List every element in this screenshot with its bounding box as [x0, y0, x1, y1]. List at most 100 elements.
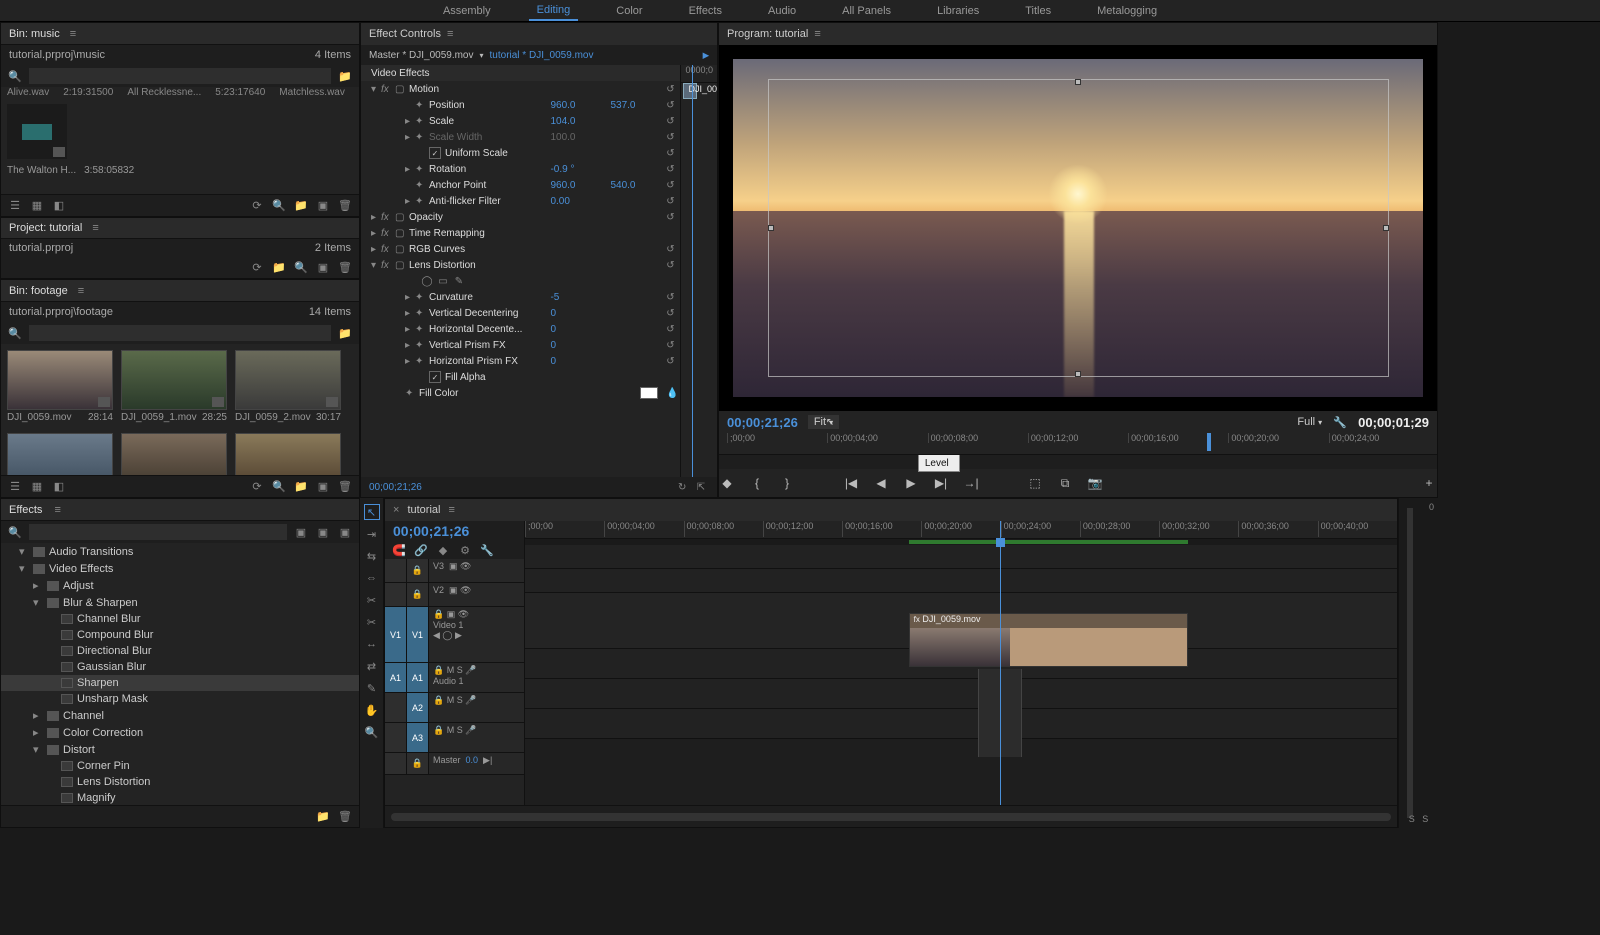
handle-bottom[interactable] [1075, 371, 1081, 377]
sequence-tab[interactable]: tutorial [407, 504, 440, 516]
fx-badge-accel[interactable]: ▣ [337, 524, 353, 540]
music-item[interactable]: Alive.wav [7, 87, 49, 98]
ec-prop-curvature[interactable]: ▸✦Curvature-5↺ [361, 289, 680, 305]
sort-icon[interactable]: ⟳ [249, 198, 265, 214]
ec-effect-rgb-curves[interactable]: ▸fx▢RGB Curves↺ [361, 241, 680, 257]
ec-effect-opacity[interactable]: ▸fx▢Opacity↺ [361, 209, 680, 225]
panel-menu-icon[interactable]: ≡ [78, 285, 84, 297]
ec-section-header[interactable]: Video Effects [361, 65, 680, 81]
panel-menu-icon[interactable]: ≡ [448, 504, 454, 516]
program-playhead[interactable] [1207, 433, 1211, 451]
workspace-tab-effects[interactable]: Effects [681, 2, 730, 20]
timeline-ruler-tick[interactable]: 00;00;20;00 [921, 521, 1000, 537]
program-timecode[interactable]: 00;00;21;26 [727, 415, 798, 430]
workspace-tab-libraries[interactable]: Libraries [929, 2, 987, 20]
new-item-icon[interactable]: ▣ [315, 260, 331, 276]
new-bin-icon[interactable]: 📁 [271, 260, 287, 276]
fx-item-corner-pin[interactable]: Corner Pin [1, 758, 359, 774]
pen-tool[interactable]: ✎ [364, 680, 380, 696]
timeline-hscroll[interactable] [391, 813, 1391, 821]
trash-icon[interactable]: 🗑 [337, 809, 353, 825]
panel-menu-icon[interactable]: ≡ [814, 28, 820, 40]
panel-menu-icon[interactable]: ≡ [54, 504, 60, 516]
chevron-down-icon[interactable]: ▾ [480, 51, 484, 60]
goto-out-icon[interactable]: →| [963, 475, 979, 491]
find-icon[interactable]: 🔍 [293, 260, 309, 276]
find-icon[interactable]: 🔍 [271, 198, 287, 214]
program-ruler-tick[interactable]: 00;00;04;00 [827, 433, 927, 443]
wrench-icon[interactable]: 🔧 [1332, 414, 1348, 430]
zoom-tool[interactable]: 🔍 [364, 724, 380, 740]
program-viewport[interactable] [719, 45, 1437, 411]
program-ruler-tick[interactable]: 00;00;20;00 [1228, 433, 1328, 443]
fx-item-magnify[interactable]: Magnify [1, 790, 359, 805]
list-view-icon[interactable]: ☰ [7, 198, 23, 214]
handle-left[interactable] [768, 225, 774, 231]
fx-badge-32[interactable]: ▣ [293, 524, 309, 540]
ec-prop-scale[interactable]: ▸✦Scale104.0↺ [361, 113, 680, 129]
goto-in-icon[interactable]: |◀ [843, 475, 859, 491]
new-bin-icon[interactable]: 📁 [315, 809, 331, 825]
export-frame-icon[interactable]: 📷 [1087, 475, 1103, 491]
ec-prop-position[interactable]: ✦Position960.0537.0↺ [361, 97, 680, 113]
ec-play-icon[interactable]: ▶ [703, 50, 709, 60]
src-patch-a1[interactable]: A1 [385, 663, 407, 692]
timeline-clip[interactable]: fx DJI_0059.mov [909, 613, 1188, 667]
ec-prop-anti-flicker-filter[interactable]: ▸✦Anti-flicker Filter0.00↺ [361, 193, 680, 209]
fx-item-channel-blur[interactable]: Channel Blur [1, 611, 359, 627]
ec-prop-scale-width[interactable]: ▸✦Scale Width100.0↺ [361, 129, 680, 145]
track-v2[interactable]: V2 [433, 585, 444, 595]
trash-icon[interactable]: 🗑 [337, 479, 353, 495]
new-item-icon[interactable]: ▣ [315, 198, 331, 214]
fx-item-directional-blur[interactable]: Directional Blur [1, 643, 359, 659]
play-icon[interactable]: ▶ [903, 475, 919, 491]
icon-view-icon[interactable]: ▦ [29, 198, 45, 214]
bracket-out-icon[interactable]: } [779, 475, 795, 491]
lift-icon[interactable]: ⬚ [1027, 475, 1043, 491]
ec-fill-color[interactable]: ✦Fill Color💧 [361, 385, 680, 401]
bin-footage-search[interactable] [29, 325, 331, 341]
ec-prop-anchor-point[interactable]: ✦Anchor Point960.0540.0↺ [361, 177, 680, 193]
tgt-v1[interactable]: V1 [407, 607, 429, 662]
fx-item-sharpen[interactable]: Sharpen [1, 675, 359, 691]
workspace-tab-color[interactable]: Color [608, 2, 650, 20]
rolling-tool[interactable]: ⇔ [364, 570, 380, 586]
slide-tool[interactable]: ⇄ [364, 658, 380, 674]
track-lock-v3[interactable]: 🔒 [407, 559, 429, 582]
extract-icon[interactable]: ⧉ [1057, 475, 1073, 491]
fx-item-lens-distortion[interactable]: Lens Distortion [1, 774, 359, 790]
rate-stretch-tool[interactable]: ✂ [364, 592, 380, 608]
timeline-ruler-tick[interactable]: 00;00;36;00 [1238, 521, 1317, 537]
ec-playhead[interactable] [692, 65, 693, 477]
tgt-a3[interactable]: A3 [407, 723, 429, 752]
ec-timecode[interactable]: 00;00;21;26 [369, 482, 422, 493]
slip-tool[interactable]: ↔ [364, 636, 380, 652]
footage-thumb[interactable] [121, 433, 227, 475]
bracket-in-icon[interactable]: { [749, 475, 765, 491]
workspace-tab-all panels[interactable]: All Panels [834, 2, 899, 20]
new-item-icon[interactable]: ▣ [315, 479, 331, 495]
ec-prop-vertical-decentering[interactable]: ▸✦Vertical Decentering0↺ [361, 305, 680, 321]
settings-icon[interactable]: ⚙ [457, 542, 473, 558]
ec-check-uniform-scale[interactable]: ✓Uniform Scale↺ [361, 145, 680, 161]
step-fwd-icon[interactable]: ▶| [933, 475, 949, 491]
sort-icon[interactable]: ⟳ [249, 479, 265, 495]
master-value[interactable]: 0.0 [466, 755, 479, 765]
program-ruler-tick[interactable]: ;00;00 [727, 433, 827, 443]
footage-thumb[interactable]: DJI_0059.mov28:14 [7, 350, 113, 425]
motion-bounding-box[interactable] [768, 79, 1389, 376]
search-icon[interactable]: 🔍 [7, 524, 23, 540]
src-patch-v1[interactable]: V1 [385, 607, 407, 662]
new-bin-icon[interactable]: 📁 [337, 325, 353, 341]
ec-effect-time-remapping[interactable]: ▸fx▢Time Remapping [361, 225, 680, 241]
tgt-a1[interactable]: A1 [407, 663, 429, 692]
timeline-timecode[interactable]: 00;00;21;26 [393, 523, 469, 539]
freeform-icon[interactable]: ◧ [51, 479, 67, 495]
fx-folder-channel[interactable]: ▸ Channel [1, 707, 359, 724]
resolution-dropdown[interactable]: Full ▾ [1297, 416, 1322, 428]
search-icon[interactable]: 🔍 [7, 68, 23, 84]
razor-tool[interactable]: ✂ [364, 614, 380, 630]
fx-item-gaussian-blur[interactable]: Gaussian Blur [1, 659, 359, 675]
ec-effect-lens-distortion[interactable]: ▾fx▢Lens Distortion↺ [361, 257, 680, 273]
step-back-icon[interactable]: ◀ [873, 475, 889, 491]
